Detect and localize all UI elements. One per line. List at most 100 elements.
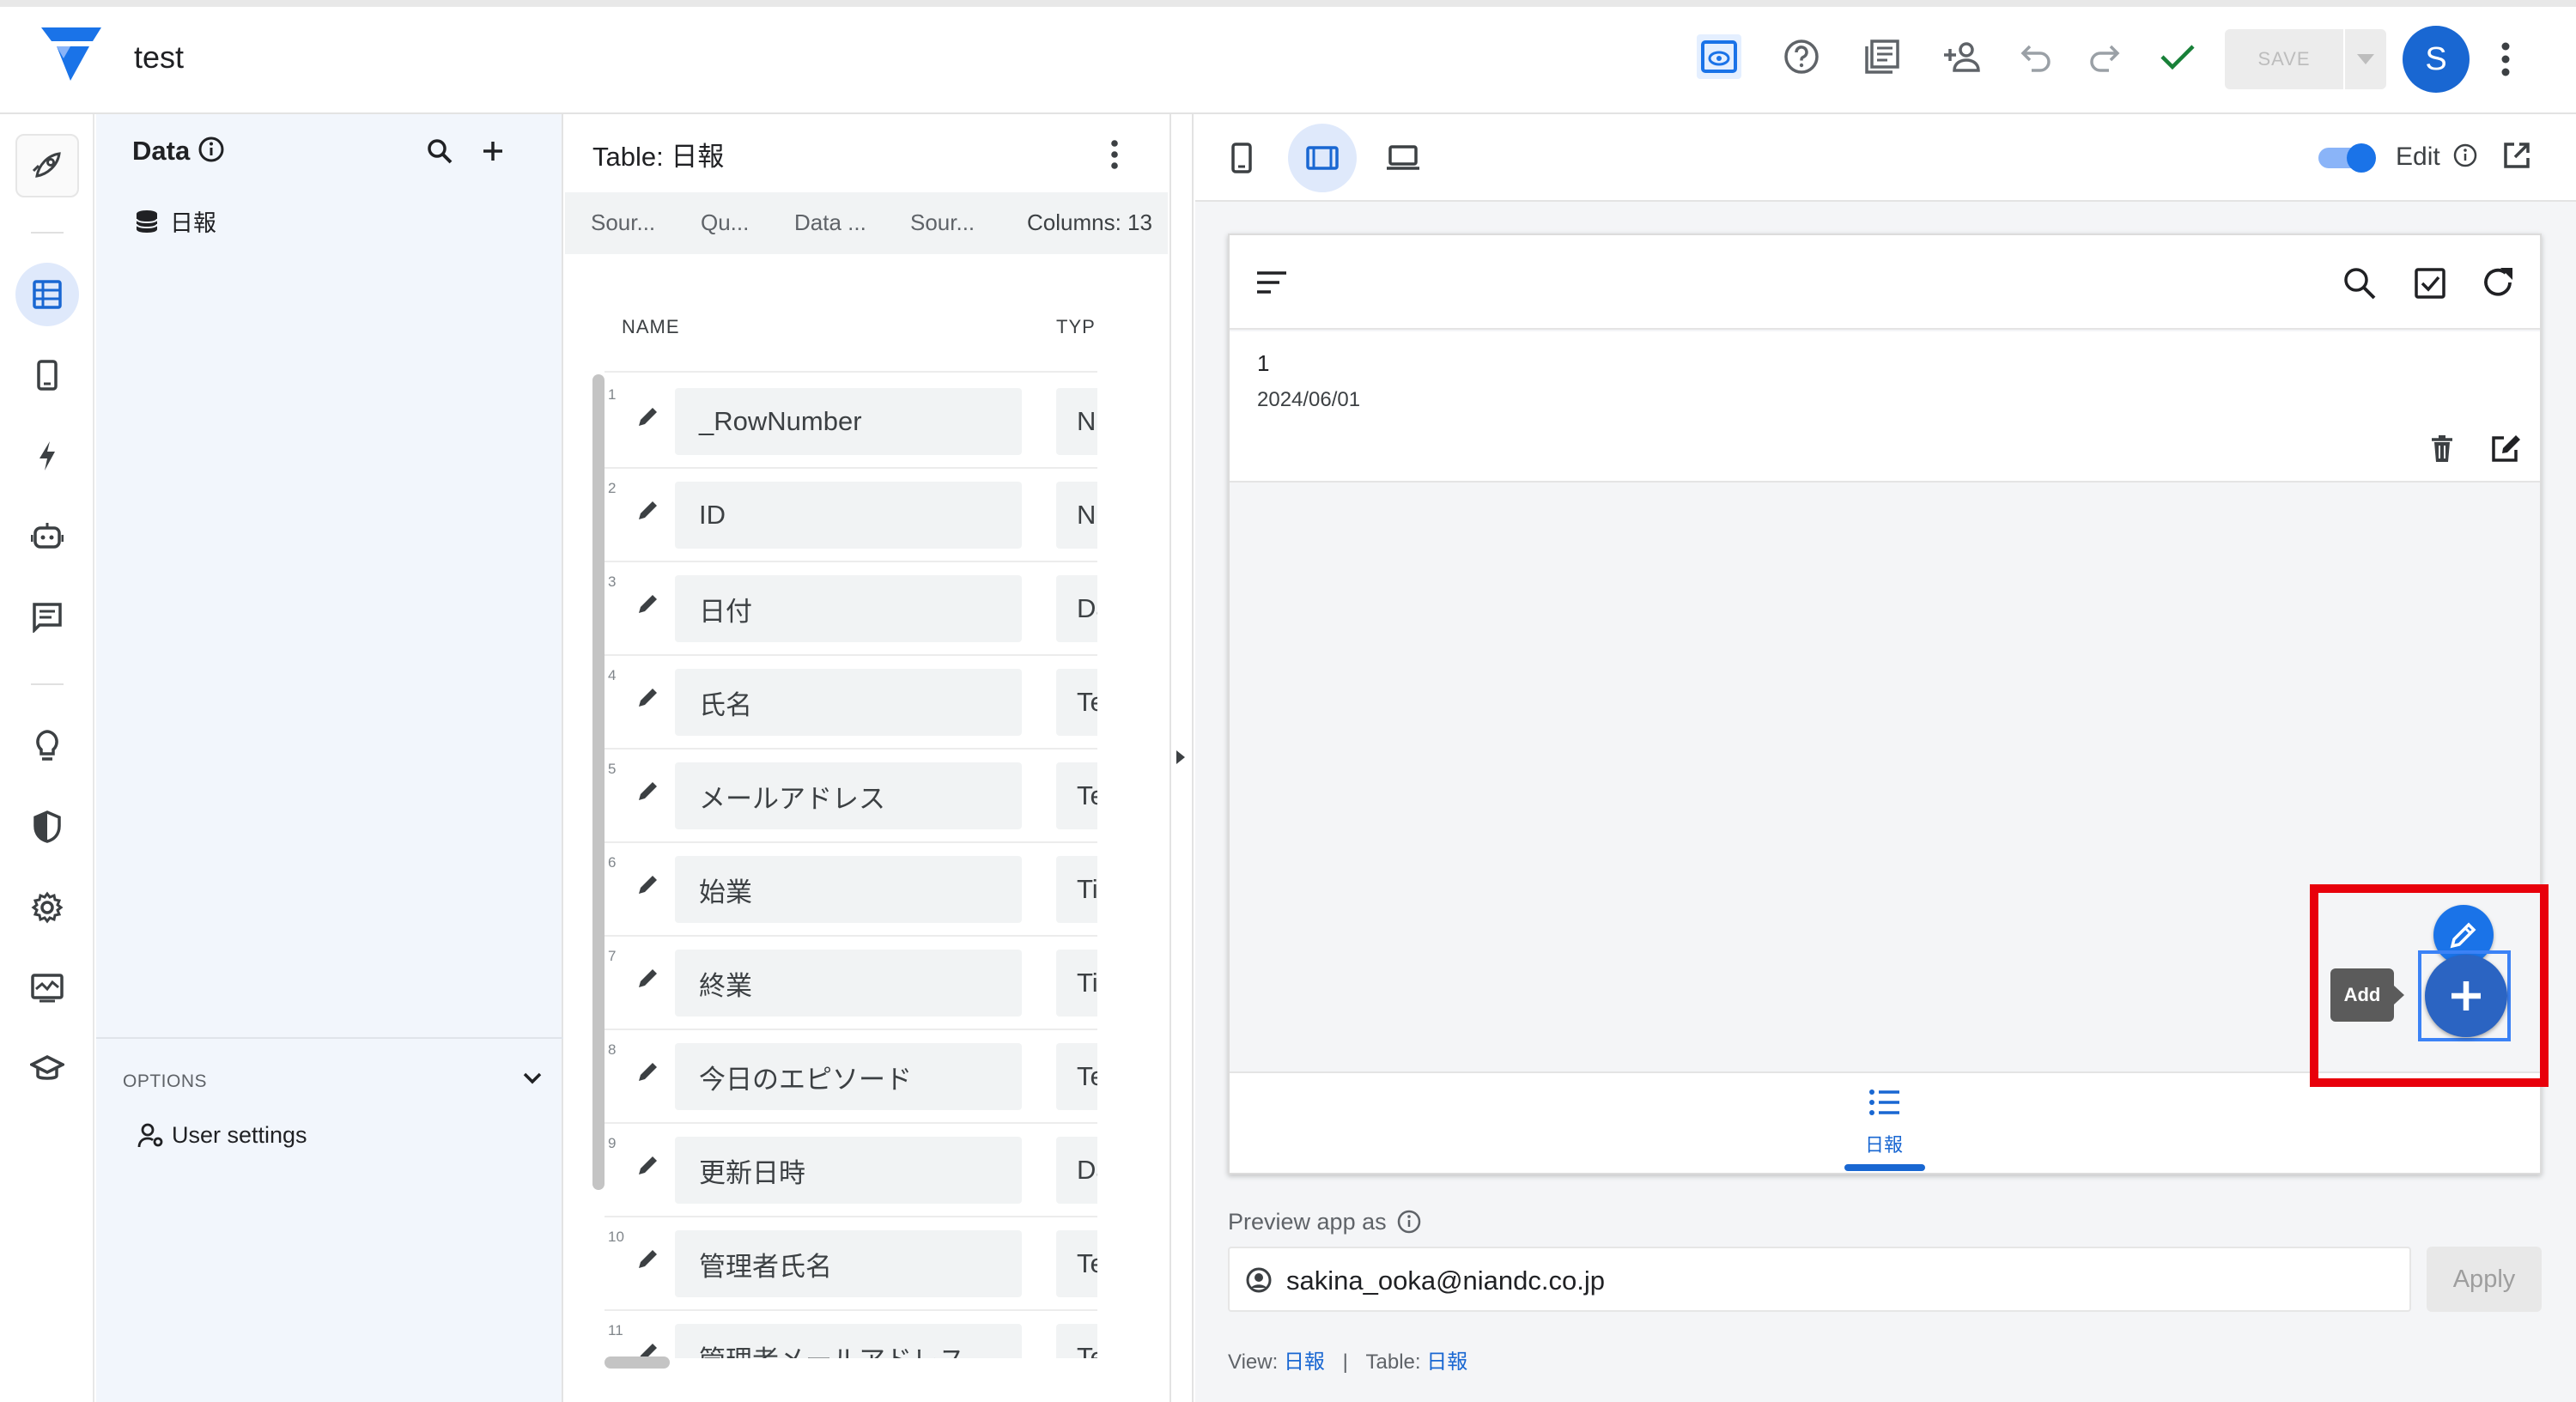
open-in-new-icon[interactable] <box>2502 141 2531 170</box>
column-name-field[interactable]: ID <box>675 482 1022 549</box>
record-edit-icon[interactable] <box>2490 433 2523 464</box>
delete-trash-icon[interactable] <box>2430 434 2454 464</box>
options-expand-chevron-icon[interactable] <box>522 1071 543 1085</box>
save-button[interactable]: SAVE <box>2225 29 2343 89</box>
views-phone-icon[interactable] <box>15 343 79 407</box>
table-panel <box>565 114 1168 1402</box>
edit-mode-toggle[interactable] <box>2317 141 2379 175</box>
column-name-field[interactable]: _RowNumber <box>675 388 1022 455</box>
intelligence-lightbulb-icon[interactable] <box>15 714 79 778</box>
table-list-item[interactable]: 日報 <box>134 204 216 238</box>
apply-button[interactable]: Apply <box>2427 1247 2542 1312</box>
table-more-vert-icon[interactable] <box>1106 137 1123 172</box>
column-header-name: NAME <box>622 316 680 337</box>
vertical-scrollbar[interactable] <box>592 374 605 1190</box>
mobile-device-icon[interactable] <box>1207 124 1276 192</box>
fab-add-tooltip: Add <box>2330 968 2394 1022</box>
column-name-field[interactable]: 終業 <box>675 950 1022 1017</box>
row-number: 8 <box>608 1041 617 1058</box>
row-divider <box>605 1309 1097 1311</box>
preview-toggle-icon[interactable] <box>1697 34 1741 79</box>
row-divider <box>605 1122 1097 1124</box>
edit-pencil-icon[interactable] <box>635 1152 661 1178</box>
desktop-device-icon[interactable] <box>1369 124 1437 192</box>
save-options-dropdown-icon[interactable] <box>2345 29 2386 89</box>
account-avatar[interactable]: S <box>2403 26 2470 93</box>
column-name-field[interactable]: メールアドレス <box>675 762 1022 829</box>
edit-pencil-icon[interactable] <box>635 404 661 429</box>
appsheet-logo-icon[interactable] <box>41 27 101 81</box>
deploy-rocket-icon[interactable] <box>15 134 79 197</box>
nav-tab-label[interactable]: 日報 <box>1865 1130 1903 1157</box>
edit-pencil-icon[interactable] <box>635 684 661 710</box>
user-settings-icon <box>137 1123 165 1149</box>
list-item[interactable] <box>1230 331 2540 483</box>
footer-table-link[interactable]: 日報 <box>1426 1350 1467 1374</box>
column-type-field[interactable]: Te <box>1056 669 1097 736</box>
edit-pencil-icon[interactable] <box>635 965 661 991</box>
footer-separator: | <box>1342 1350 1348 1374</box>
edit-pencil-icon[interactable] <box>635 871 661 897</box>
column-type-field[interactable]: N <box>1056 388 1097 455</box>
table-title: Table: 日報 <box>592 142 725 172</box>
horizontal-scrollbar[interactable] <box>605 1356 670 1369</box>
column-type-field[interactable]: Ti <box>1056 856 1097 923</box>
tab-qualifier[interactable]: Qu... <box>701 209 749 236</box>
column-type-field[interactable]: Te <box>1056 762 1097 829</box>
column-type-field[interactable]: N <box>1056 482 1097 549</box>
list-view-icon[interactable] <box>1868 1089 1901 1116</box>
edit-pencil-icon[interactable] <box>635 1059 661 1084</box>
column-type-field[interactable]: Da <box>1056 1137 1097 1204</box>
tablet-device-icon[interactable] <box>1288 124 1357 192</box>
actions-bolt-icon[interactable] <box>15 424 79 488</box>
edit-pencil-icon[interactable] <box>635 591 661 616</box>
select-checkbox-icon[interactable] <box>2413 266 2447 300</box>
refresh-icon[interactable] <box>2480 264 2516 300</box>
column-name-field[interactable]: 日付 <box>675 575 1022 642</box>
learn-school-icon[interactable] <box>15 1037 79 1101</box>
column-type-field[interactable]: Ti <box>1056 950 1097 1017</box>
edit-pencil-icon[interactable] <box>635 1246 661 1272</box>
tab-data[interactable]: Data ... <box>794 209 866 236</box>
edit-pencil-icon[interactable] <box>635 778 661 804</box>
app-search-icon[interactable] <box>2342 266 2377 300</box>
data-table-icon[interactable] <box>15 263 79 326</box>
tab-columns[interactable]: Columns: 13 <box>1027 209 1152 236</box>
column-type-field[interactable]: Da <box>1056 575 1097 642</box>
help-icon[interactable] <box>1779 34 1824 79</box>
column-type-field[interactable]: Te <box>1056 1043 1097 1110</box>
more-vert-icon[interactable] <box>2497 38 2514 81</box>
sort-menu-icon[interactable] <box>1255 270 1288 295</box>
tab-source-2[interactable]: Sour... <box>910 209 975 236</box>
security-shield-icon[interactable] <box>15 795 79 859</box>
edit-info-icon[interactable] <box>2452 143 2478 168</box>
edit-pencil-icon[interactable] <box>635 497 661 523</box>
documentation-icon[interactable] <box>1860 34 1905 79</box>
collapse-arrow-icon[interactable] <box>1173 747 1187 768</box>
chat-icon[interactable] <box>15 586 79 649</box>
preview-as-label: Preview app as <box>1228 1209 1387 1235</box>
column-name-field[interactable]: 始業 <box>675 856 1022 923</box>
redo-icon[interactable] <box>2081 34 2126 79</box>
table-list-item-label: 日報 <box>170 210 216 236</box>
manage-monitor-icon[interactable] <box>15 956 79 1020</box>
user-settings-link[interactable]: User settings <box>172 1122 307 1149</box>
fab-add-button[interactable] <box>2425 955 2507 1037</box>
add-table-plus-icon[interactable] <box>479 137 507 165</box>
tab-source[interactable]: Sour... <box>591 209 655 236</box>
footer-view-link[interactable]: 日報 <box>1284 1350 1325 1374</box>
undo-icon[interactable] <box>2014 34 2059 79</box>
info-icon[interactable] <box>197 136 225 163</box>
column-name-field[interactable]: 氏名 <box>675 669 1022 736</box>
row-number: 11 <box>608 1322 623 1338</box>
column-name-field[interactable]: 更新日時 <box>675 1137 1022 1204</box>
row-number: 1 <box>608 386 617 403</box>
search-icon[interactable] <box>426 137 453 165</box>
column-name-field[interactable]: 今日のエピソード <box>675 1043 1022 1110</box>
share-add-person-icon[interactable] <box>1941 34 1985 79</box>
column-name-field[interactable]: 管理者氏名 <box>675 1230 1022 1297</box>
settings-gear-icon[interactable] <box>15 876 79 939</box>
preview-as-info-icon[interactable] <box>1396 1209 1422 1235</box>
column-type-field[interactable]: Te <box>1056 1230 1097 1297</box>
automation-bot-icon[interactable] <box>15 505 79 568</box>
